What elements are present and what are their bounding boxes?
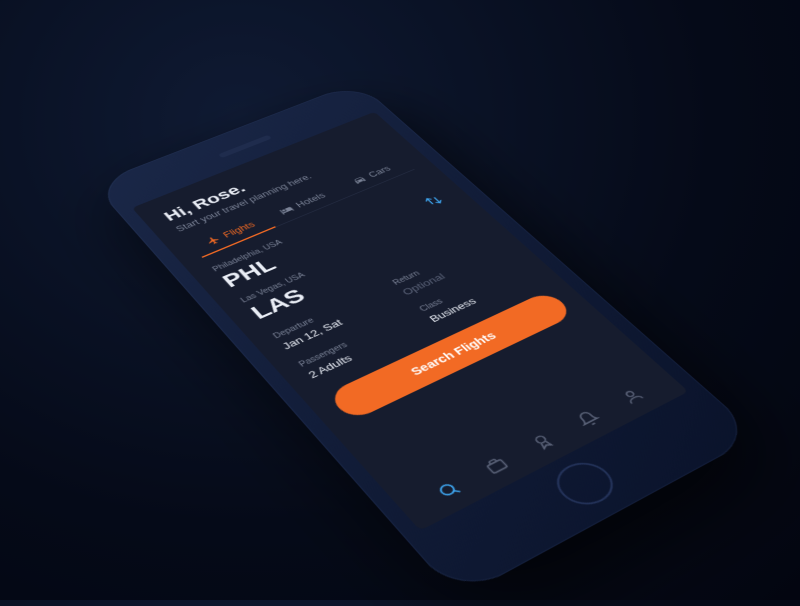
phone-frame: Hi, Rose. Start your travel planning her… <box>93 82 759 599</box>
tab-hotels-label: Hotels <box>294 191 328 209</box>
bottom-nav <box>409 370 661 510</box>
nav-profile[interactable] <box>615 385 648 408</box>
nav-alerts[interactable] <box>571 407 604 431</box>
home-button[interactable] <box>546 455 624 513</box>
tab-cars-label: Cars <box>366 164 393 179</box>
bed-icon <box>278 204 296 216</box>
nav-deals[interactable] <box>526 430 560 454</box>
nav-search[interactable] <box>432 477 466 503</box>
app-screen: Hi, Rose. Start your travel planning her… <box>132 112 689 531</box>
plane-icon <box>204 234 222 246</box>
nav-trips[interactable] <box>480 453 514 478</box>
car-icon <box>351 174 369 185</box>
tab-flights-label: Flights <box>221 220 257 239</box>
